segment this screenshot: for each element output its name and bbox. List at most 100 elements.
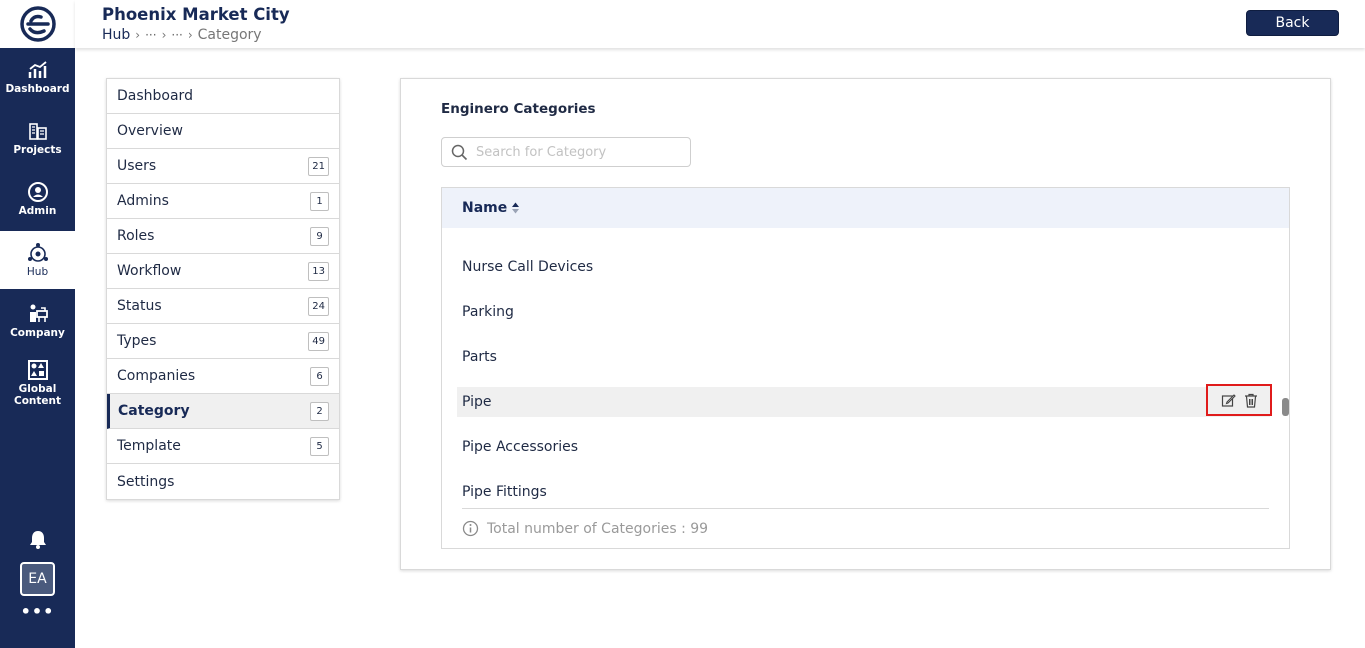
scrollbar-thumb[interactable] — [1282, 398, 1289, 416]
menu-item-settings[interactable]: Settings — [107, 464, 339, 499]
menu-item-label: Admins — [117, 193, 169, 209]
search-icon — [451, 144, 468, 160]
rail-label: Company — [10, 327, 65, 339]
breadcrumb: Hub › ··· › ··· › Category — [102, 27, 262, 43]
menu-item-label: Dashboard — [117, 88, 193, 104]
menu-item-label: Overview — [117, 123, 183, 139]
table-row[interactable]: Pipe Accessories — [457, 432, 1270, 462]
back-button[interactable]: Back — [1246, 10, 1339, 36]
menu-item-admins[interactable]: Admins 1 — [107, 184, 339, 219]
chart-icon — [27, 59, 49, 81]
menu-item-label: Users — [117, 158, 157, 174]
rail-label: Dashboard — [5, 83, 70, 95]
company-icon — [27, 303, 49, 325]
search-input[interactable] — [476, 144, 676, 160]
menu-item-companies[interactable]: Companies 6 — [107, 359, 339, 394]
menu-item-roles[interactable]: Roles 9 — [107, 219, 339, 254]
menu-item-label: Category — [118, 403, 190, 419]
menu-item-label: Status — [117, 298, 162, 314]
sort-icon — [512, 202, 520, 214]
menu-item-status[interactable]: Status 24 — [107, 289, 339, 324]
rail-item-global-content[interactable]: Global Content — [0, 353, 75, 413]
rail-label: Admin — [18, 205, 57, 217]
table-header: Name — [442, 188, 1289, 228]
menu-item-label: Companies — [117, 368, 196, 384]
menu-item-category[interactable]: Category 2 — [107, 394, 339, 429]
chevron-right-icon: › — [161, 28, 167, 42]
categories-table: Name Nurse Call Devices Parking Parts Pi… — [441, 187, 1290, 549]
breadcrumb-ellipsis[interactable]: ··· — [171, 28, 182, 42]
menu-item-template[interactable]: Template 5 — [107, 429, 339, 464]
menu-item-dashboard[interactable]: Dashboard — [107, 79, 339, 114]
page-title: Phoenix Market City — [102, 5, 290, 24]
chevron-right-icon: › — [187, 28, 193, 42]
menu-item-types[interactable]: Types 49 — [107, 324, 339, 359]
count-badge: 5 — [310, 437, 329, 456]
count-badge: 2 — [310, 402, 329, 421]
breadcrumb-hub[interactable]: Hub — [102, 27, 130, 43]
table-row[interactable]: Pipe Fittings — [457, 477, 1270, 507]
row-name: Parts — [462, 349, 497, 365]
row-name: Pipe Accessories — [462, 439, 579, 455]
global-content-icon — [27, 359, 49, 381]
menu-item-label: Template — [117, 438, 181, 454]
breadcrumb-current: Category — [197, 27, 262, 43]
total-count-text: Total number of Categories : 99 — [487, 520, 709, 537]
count-badge: 49 — [308, 332, 329, 351]
row-name: Pipe Fittings — [462, 484, 547, 500]
rail-label: Global Content — [13, 383, 62, 407]
rail-label: Hub — [26, 266, 49, 278]
menu-item-label: Settings — [117, 473, 175, 490]
trash-icon[interactable] — [1244, 393, 1258, 408]
count-badge: 9 — [310, 227, 329, 246]
table-body: Nurse Call Devices Parking Parts Pipe Pi… — [442, 228, 1289, 508]
rail-item-projects[interactable]: Projects — [0, 109, 75, 167]
table-row-partial[interactable] — [457, 228, 1270, 238]
rail-label: Projects — [13, 144, 62, 156]
rail-item-company[interactable]: Company — [0, 292, 75, 350]
menu-item-label: Workflow — [117, 263, 182, 279]
table-row[interactable]: Parts — [457, 342, 1270, 372]
breadcrumb-ellipsis[interactable]: ··· — [145, 28, 156, 42]
buildings-icon — [27, 120, 49, 142]
rail-item-hub[interactable]: Hub — [0, 231, 75, 289]
search-box — [441, 137, 691, 167]
row-name: Nurse Call Devices — [462, 259, 594, 275]
logo-icon — [19, 6, 56, 42]
admin-icon — [27, 181, 49, 203]
chevron-right-icon: › — [135, 28, 141, 42]
hub-side-menu: Dashboard Overview Users 21 Admins 1 Roles… — [106, 78, 340, 500]
menu-item-label: Roles — [117, 228, 155, 244]
count-badge: 21 — [308, 157, 329, 176]
column-label: Name — [462, 200, 508, 216]
info-icon — [462, 520, 479, 537]
rail-item-dashboard[interactable]: Dashboard — [0, 48, 75, 106]
edit-icon[interactable] — [1221, 393, 1236, 408]
count-badge: 6 — [310, 367, 329, 386]
panel-title: Enginero Categories — [441, 101, 596, 117]
menu-item-users[interactable]: Users 21 — [107, 149, 339, 184]
menu-item-label: Types — [117, 333, 157, 349]
hub-icon — [27, 242, 49, 264]
top-bar: Phoenix Market City Hub › ··· › ··· › Ca… — [75, 0, 1365, 48]
app-logo[interactable] — [0, 0, 75, 48]
name-column-header[interactable]: Name — [462, 200, 520, 216]
count-badge: 24 — [308, 297, 329, 316]
table-row-hovered[interactable]: Pipe — [457, 384, 1272, 417]
bell-icon[interactable] — [27, 528, 49, 550]
more-icon[interactable]: ••• — [0, 602, 75, 621]
left-nav-rail: Dashboard Projects Admin Hub Company Glo… — [0, 0, 75, 648]
table-row[interactable]: Parking — [457, 297, 1270, 327]
table-footer: Total number of Categories : 99 — [462, 508, 1269, 548]
avatar[interactable]: EA — [20, 562, 55, 596]
categories-panel: Enginero Categories Name Nurse Call Devi… — [400, 78, 1331, 570]
count-badge: 1 — [310, 192, 329, 211]
row-name: Pipe — [462, 394, 492, 410]
table-row[interactable]: Nurse Call Devices — [457, 252, 1270, 282]
menu-item-overview[interactable]: Overview — [107, 114, 339, 149]
count-badge: 13 — [308, 262, 329, 281]
row-name: Parking — [462, 304, 514, 320]
rail-item-admin[interactable]: Admin — [0, 170, 75, 228]
row-actions-highlight — [1206, 384, 1272, 416]
menu-item-workflow[interactable]: Workflow 13 — [107, 254, 339, 289]
